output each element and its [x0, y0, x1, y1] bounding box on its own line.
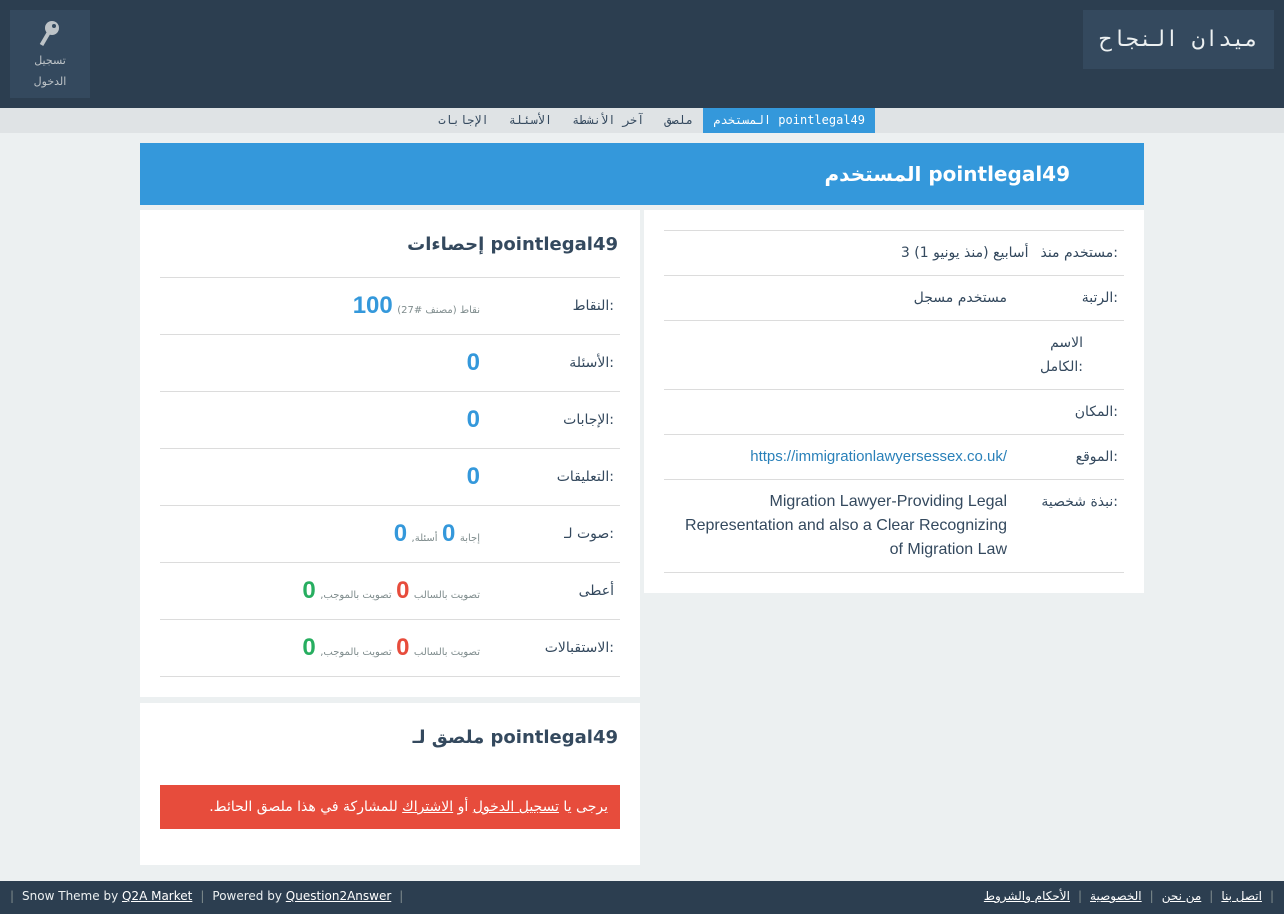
stats-row-points: النقاط: 100 نقاط (مصنف #27)	[160, 278, 620, 335]
answers-label: الإجابات:	[563, 412, 614, 428]
location-value	[670, 400, 1013, 424]
top-header: ميدان النجاح تسجيل الدخول	[0, 0, 1284, 108]
footer: | Snow Theme by Q2A Market | Powered by Que…	[0, 881, 1284, 914]
alert-register-link[interactable]: الاشتراك	[402, 799, 453, 815]
footer-link-about[interactable]: من نحن	[1162, 889, 1202, 903]
gave-down-value: 0	[396, 577, 410, 604]
received-value-cell: تصويت بالسالب 0 تصويت بالموجب, 0	[160, 634, 480, 662]
stats-row-received: الاستقبالات: تصويت بالسالب 0 تصويت بالمو…	[160, 620, 620, 677]
comments-value: 0	[466, 463, 480, 490]
stats-row-gave: أعطى تصويت بالسالب 0 تصويت بالموجب, 0	[160, 563, 620, 620]
alert-login-link[interactable]: تسجيل الدخول	[473, 799, 559, 815]
stats-panel: إحصاءات pointlegal49 النقاط: 100 نقاط (م…	[140, 210, 640, 697]
profile-row-member-for: مستخدم منذ: 3 أسابيع (منذ يونيو 1)	[664, 231, 1124, 276]
answers-value-cell: 0	[160, 406, 480, 434]
profile-panel: مستخدم منذ: 3 أسابيع (منذ يونيو 1) الرتب…	[644, 210, 1144, 593]
fullname-label-line1: الاسم	[1050, 335, 1083, 351]
theme-link[interactable]: Q2A Market	[122, 889, 192, 903]
points-value-cell: 100 نقاط (مصنف #27)	[160, 292, 480, 320]
wall-login-alert: يرجى يا تسجيل الدخول أو الاشتراك للمشارك…	[160, 785, 620, 829]
questions-value-cell: 0	[160, 349, 480, 377]
type-value: مستخدم مسجل	[913, 290, 1007, 306]
comments-label: التعليقات:	[556, 469, 614, 485]
fullname-label: الاسم الكامل:	[1013, 331, 1118, 379]
tab-wall[interactable]: ملصق	[654, 108, 703, 133]
footer-link-privacy[interactable]: الخصوصية	[1090, 889, 1142, 903]
recv-down-label: تصويت بالسالب	[413, 647, 480, 658]
member-for-value: 3 أسابيع (منذ يونيو 1)	[900, 245, 1029, 261]
footer-link-contact[interactable]: اتصل بنا	[1221, 889, 1262, 903]
powered-text: Powered by	[212, 889, 286, 903]
stats-table: النقاط: 100 نقاط (مصنف #27) الأسئلة: 0 ا…	[160, 277, 620, 677]
stats-row-comments: التعليقات: 0	[160, 449, 620, 506]
profile-row-about: نبذة شخصية: Migration Lawyer-Providing L…	[664, 480, 1124, 573]
theme-text: Snow Theme by	[22, 889, 122, 903]
recv-up-value: 0	[302, 634, 316, 661]
questions-label: الأسئلة:	[569, 355, 614, 371]
alert-suffix: للمشاركة في هذا ملصق الحائط.	[209, 799, 403, 815]
stats-row-questions: الأسئلة: 0	[160, 335, 620, 392]
tab-user[interactable]: المستخدم pointlegal49	[703, 108, 875, 133]
recv-up-label: تصويت بالموجب,	[320, 647, 392, 658]
wall-title: ملصق لـ pointlegal49	[412, 727, 618, 748]
type-label: الرتبة:	[1081, 290, 1118, 306]
sub-navigation: المستخدم pointlegal49 ملصق آخر الأنشطة ا…	[0, 108, 1284, 133]
fullname-label-line2: الكامل:	[1040, 359, 1083, 375]
footer-link-terms[interactable]: الأحكام والشروط	[984, 889, 1070, 903]
recv-down-value: 0	[396, 634, 410, 661]
voted-a-label: إجابة	[459, 533, 480, 544]
questions-value: 0	[466, 349, 480, 376]
login-label-1: تسجيل	[34, 54, 66, 67]
stats-row-voted-on: صوت لـ: إجابة 0 أسئلة, 0	[160, 506, 620, 563]
gave-label: أعطى	[578, 583, 614, 599]
site-logo[interactable]: ميدان النجاح	[1083, 10, 1274, 69]
received-label: الاستقبالات:	[544, 640, 614, 656]
website-value: https://immigrationlawyersessex.co.uk/	[670, 445, 1013, 469]
profile-table: مستخدم منذ: 3 أسابيع (منذ يونيو 1) الرتب…	[664, 230, 1124, 573]
gave-down-label: تصويت بالسالب	[413, 590, 480, 601]
fullname-value	[670, 331, 1013, 379]
stats-title: إحصاءات pointlegal49	[407, 234, 618, 255]
answers-value: 0	[466, 406, 480, 433]
wall-panel: ملصق لـ pointlegal49 يرجى يا تسجيل الدخو…	[140, 703, 640, 865]
stats-row-answers: الإجابات: 0	[160, 392, 620, 449]
about-value: Migration Lawyer-Providing Legal Represe…	[685, 493, 1007, 558]
gave-up-value: 0	[302, 577, 316, 604]
points-value: 100	[352, 292, 393, 319]
voted-a-value: 0	[442, 520, 456, 547]
gave-up-label: تصويت بالموجب,	[320, 590, 392, 601]
points-suffix: نقاط (مصنف #27)	[397, 305, 480, 316]
key-icon	[39, 21, 59, 47]
footer-links: |اتصل بنا|من نحن|الخصوصية|الأحكام والشرو…	[983, 889, 1274, 903]
gave-value-cell: تصويت بالسالب 0 تصويت بالموجب, 0	[160, 577, 480, 605]
about-label: نبذة شخصية:	[1041, 494, 1118, 510]
alert-prefix: يرجى يا	[558, 799, 608, 815]
voted-value-cell: إجابة 0 أسئلة, 0	[160, 520, 480, 548]
website-label: الموقع:	[1075, 449, 1118, 465]
tab-questions[interactable]: الأسئلة	[499, 108, 562, 133]
profile-row-location: المكان:	[664, 390, 1124, 435]
page-title: المستخدم pointlegal49	[140, 143, 1144, 205]
tab-activity[interactable]: آخر الأنشطة	[562, 108, 654, 133]
points-label: النقاط:	[572, 298, 614, 314]
comments-value-cell: 0	[160, 463, 480, 491]
location-label: المكان:	[1074, 404, 1118, 420]
footer-credits: | Snow Theme by Q2A Market | Powered by Que…	[10, 889, 404, 903]
profile-row-type: الرتبة: مستخدم مسجل	[664, 276, 1124, 321]
alert-or: أو	[453, 799, 473, 815]
voted-label: صوت لـ:	[564, 526, 614, 542]
login-label-2: الدخول	[33, 75, 67, 88]
voted-q-value: 0	[393, 520, 408, 547]
powered-link[interactable]: Question2Answer	[286, 889, 392, 903]
website-link[interactable]: https://immigrationlawyersessex.co.uk/	[750, 448, 1007, 465]
profile-row-fullname: الاسم الكامل:	[664, 321, 1124, 390]
tab-answers[interactable]: الإجابات	[428, 108, 499, 133]
member-for-label: مستخدم منذ:	[1040, 245, 1118, 261]
login-button[interactable]: تسجيل الدخول	[10, 10, 90, 98]
voted-q-label: أسئلة,	[411, 533, 438, 544]
profile-row-website: الموقع: https://immigrationlawyersessex.…	[664, 435, 1124, 480]
